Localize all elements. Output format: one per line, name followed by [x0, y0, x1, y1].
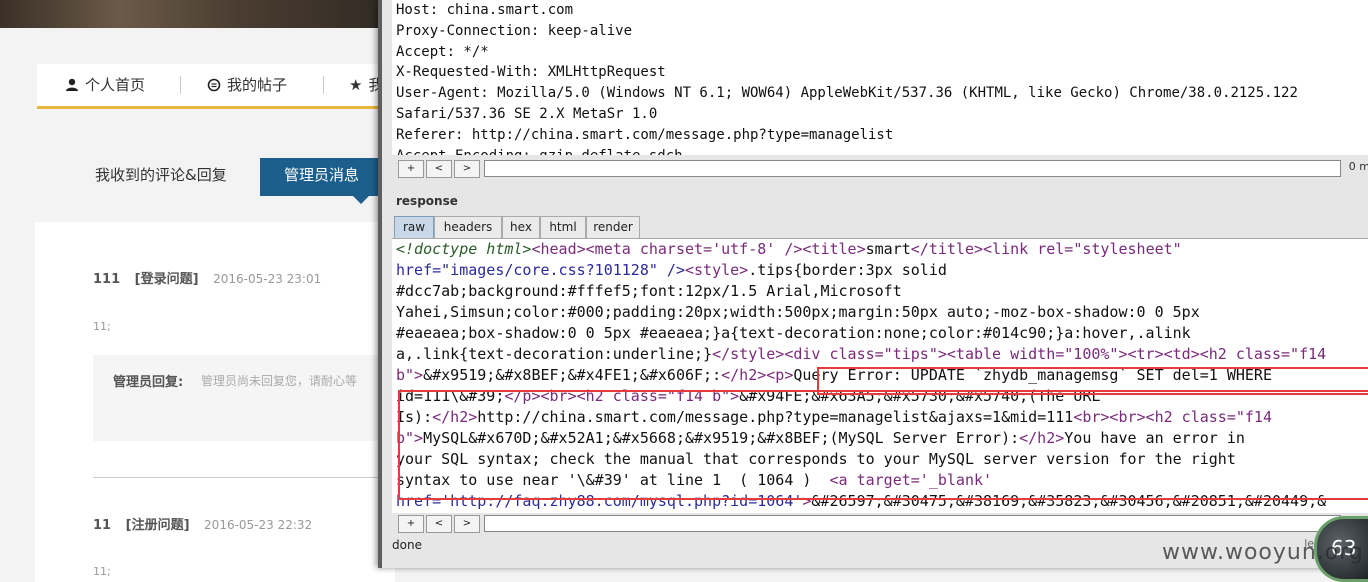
- nav-divider: [323, 76, 324, 94]
- message-header[interactable]: 11 [注册问题] 2016-05-23 22:32: [93, 514, 312, 533]
- request-line: Accept-Encoding: gzip,deflate,sdch: [392, 146, 1368, 155]
- user-icon: [66, 78, 78, 91]
- message-date: 2016-05-23 23:01: [213, 272, 322, 286]
- active-tab-pointer: [353, 196, 369, 204]
- response-line: <!doctype html><head><meta charset='utf-…: [396, 240, 1182, 258]
- response-line: a,.link{text-decoration:underline;}</sty…: [396, 345, 1327, 363]
- nav-my-posts[interactable]: 我的帖子: [207, 74, 287, 95]
- response-search-input[interactable]: [484, 515, 1341, 532]
- request-line: Host: china.smart.com: [396, 2, 574, 18]
- message-divider: [93, 477, 395, 478]
- next-button[interactable]: >: [454, 515, 480, 533]
- tab-html[interactable]: html: [540, 216, 586, 238]
- request-search-bar: + < > 0 m: [392, 158, 1368, 180]
- tab-headers[interactable]: headers: [434, 216, 502, 238]
- response-viewer[interactable]: <!doctype html><head><meta charset='utf-…: [392, 238, 1368, 513]
- user-nav-bar: 个人首页 我的帖子 ★ 我: [37, 64, 397, 109]
- admin-reply-box: 管理员回复: 管理员尚未回复您，请耐心等: [93, 355, 395, 441]
- response-search-bar: + < >: [392, 513, 1368, 535]
- highlight-box-sql-error: [398, 390, 1368, 500]
- message-body: 11;: [93, 565, 111, 578]
- response-section-label: response: [396, 194, 458, 208]
- request-line: Proxy-Connection: keep-alive: [396, 22, 633, 39]
- request-line: Accept: */*: [396, 43, 489, 60]
- status-text: done: [392, 538, 422, 552]
- nav-home-label: 个人首页: [85, 76, 146, 94]
- nav-home[interactable]: 个人首页: [65, 74, 145, 95]
- request-search-input[interactable]: [484, 160, 1341, 177]
- request-line: Referer: http://china.smart.com/message.…: [396, 126, 894, 143]
- nav-divider: [180, 76, 181, 94]
- next-button[interactable]: >: [454, 160, 480, 178]
- request-line: Safari/537.36 SE 2.X MetaSr 1.0: [396, 105, 658, 122]
- request-viewer[interactable]: Host: china.smart.com Proxy-Connection: …: [392, 0, 1368, 155]
- request-line: X-Requested-With: XMLHttpRequest: [396, 64, 666, 81]
- response-line: #eaeaea;box-shadow:0 0 5px #eaeaea;}a{te…: [396, 324, 1191, 342]
- message-tabs: 我收到的评论&回复 管理员消息: [37, 158, 397, 204]
- tab-admin-messages[interactable]: 管理员消息: [260, 158, 390, 196]
- prev-button[interactable]: <: [426, 160, 452, 178]
- admin-reply-label: 管理员回复:: [113, 375, 184, 390]
- watermark-text: www.wooyun.org: [1162, 540, 1364, 565]
- admin-reply-text: 管理员尚未回复您，请耐心等: [201, 374, 358, 388]
- message-body: 11;: [93, 320, 111, 333]
- request-match-count: 0 m: [1348, 160, 1368, 173]
- response-line: Yahei,Simsun;color:#000;padding:20px;wid…: [396, 303, 1200, 321]
- nav-my-posts-label: 我的帖子: [227, 76, 288, 94]
- request-line: User-Agent: Mozilla/5.0 (Windows NT 6.1;…: [396, 85, 1298, 102]
- message-category: [登录问题]: [134, 272, 199, 287]
- add-button[interactable]: +: [398, 515, 424, 533]
- tab-comments-replies[interactable]: 我收到的评论&回复: [95, 164, 227, 185]
- response-line: #dcc7ab;background:#fffef5;font:12px/1.5…: [396, 282, 902, 300]
- comment-icon: [207, 78, 221, 91]
- add-button[interactable]: +: [398, 160, 424, 178]
- proxy-tool-window: Host: china.smart.com Proxy-Connection: …: [378, 0, 1368, 568]
- message-list: 111 [登录问题] 2016-05-23 23:01 11; 管理员回复: 管…: [35, 222, 395, 582]
- header-banner-image: [0, 0, 400, 28]
- tab-hex[interactable]: hex: [502, 216, 540, 238]
- tab-render[interactable]: render: [586, 216, 640, 238]
- tab-raw[interactable]: raw: [394, 216, 434, 238]
- message-category: [注册问题]: [125, 518, 190, 533]
- response-line: href="images/core.css?101128" /><style>.…: [396, 261, 947, 279]
- message-date: 2016-05-23 22:32: [204, 518, 313, 532]
- prev-button[interactable]: <: [426, 515, 452, 533]
- star-icon: ★: [349, 75, 363, 94]
- message-id: 11: [93, 518, 112, 533]
- message-header[interactable]: 111 [登录问题] 2016-05-23 23:01: [93, 268, 321, 287]
- message-id: 111: [93, 272, 121, 287]
